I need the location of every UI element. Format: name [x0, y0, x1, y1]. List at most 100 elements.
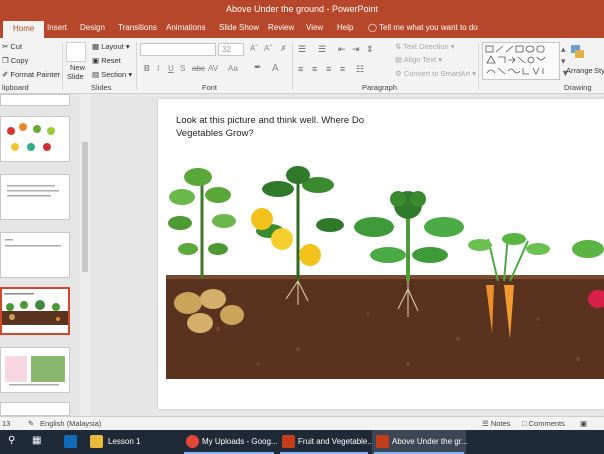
numbering-icon[interactable]: ☰	[318, 44, 326, 55]
language-label[interactable]: English (Malaysia)	[40, 419, 101, 428]
underline-button[interactable]: U	[168, 64, 174, 73]
slide-thumbnail[interactable]	[0, 347, 70, 393]
shrink-font-icon[interactable]: Aˇ	[264, 44, 272, 53]
align-left-icon[interactable]: ≡	[298, 64, 303, 74]
arrange-shapes-icon	[571, 45, 584, 58]
slides-group-label: Slides	[91, 83, 112, 92]
highlight-icon[interactable]: ✒	[254, 62, 262, 73]
slide-canvas: Look at this picture and think well. Whe…	[92, 94, 604, 416]
quick-styles-button[interactable]: Sty	[594, 66, 604, 75]
slide-thumbnails-pane	[0, 94, 92, 416]
slide-thumbnail[interactable]	[0, 232, 70, 278]
current-slide[interactable]: Look at this picture and think well. Whe…	[158, 99, 604, 409]
paintbrush-icon: ✐	[2, 70, 9, 79]
reset-button[interactable]: ▣ Reset	[92, 56, 121, 65]
grow-font-icon[interactable]: Aˆ	[250, 44, 258, 53]
divider	[478, 42, 479, 90]
reset-icon: ▣	[92, 56, 100, 65]
tab-view[interactable]: View	[306, 23, 323, 32]
columns-icon[interactable]: ☷	[356, 64, 364, 75]
shapes-icon	[485, 45, 546, 75]
search-icon[interactable]: ⚲	[4, 430, 22, 454]
chevron-down-icon: ▾	[125, 42, 130, 51]
chevron-down-icon: ▾	[472, 69, 476, 78]
justify-icon[interactable]: ≡	[340, 64, 345, 74]
taskbar-item-powerpoint-fruit[interactable]: Fruit and Vegetable...	[278, 430, 374, 454]
convert-smartart-button[interactable]: ⚙ Convert to SmartArt ▾	[395, 69, 476, 78]
new-slide-label-2[interactable]: Slide	[67, 72, 84, 81]
status-bar: 13 ✎ English (Malaysia) ☰ Notes □ Commen…	[0, 416, 604, 430]
change-case-button[interactable]: Aa	[228, 64, 238, 73]
chevron-up-icon[interactable]: ▴	[561, 44, 566, 55]
italic-button[interactable]: I	[157, 64, 159, 73]
font-color-button[interactable]: A	[272, 63, 279, 74]
task-view-icon[interactable]: ▦	[28, 430, 46, 454]
text-thumbnail-image	[7, 185, 59, 197]
tab-review[interactable]: Review	[268, 23, 294, 32]
new-slide-icon[interactable]	[66, 42, 86, 62]
tab-animations[interactable]: Animations	[166, 23, 206, 32]
taskbar: ⚲ ▦ Lesson 1 My Uploads - Goog... Fruit …	[0, 430, 604, 454]
arrange-button[interactable]: Arrange	[566, 66, 593, 75]
drawing-group-label: Drawing	[564, 83, 592, 92]
layout-button[interactable]: ▦ Layout ▾	[92, 42, 130, 51]
character-spacing-button[interactable]: AV	[208, 64, 218, 73]
section-button[interactable]: ▤ Section ▾	[92, 70, 132, 79]
align-text-button[interactable]: ▤ Align Text ▾	[395, 55, 442, 64]
tab-help[interactable]: Help	[337, 23, 353, 32]
normal-view-icon[interactable]: ▣	[580, 419, 587, 428]
divider	[136, 42, 137, 90]
decrease-indent-icon[interactable]: ⇤	[338, 44, 346, 55]
align-center-icon[interactable]: ≡	[312, 64, 317, 74]
comments-button[interactable]: □ Comments	[522, 419, 565, 428]
notes-button[interactable]: ☰ Notes	[482, 419, 510, 428]
scrollbar-thumb[interactable]	[82, 142, 88, 272]
comments-icon: □	[522, 419, 527, 428]
chevron-down-icon[interactable]: ▾	[561, 56, 566, 67]
taskbar-item-chrome[interactable]: My Uploads - Goog...	[182, 430, 278, 454]
font-group-label: Font	[202, 83, 218, 92]
section-icon: ▤	[92, 70, 100, 79]
spellcheck-icon[interactable]: ✎	[28, 419, 34, 428]
strikethrough-button[interactable]: abc	[192, 64, 205, 73]
thumbnails-scrollbar[interactable]	[80, 94, 90, 416]
text-direction-icon: ⇅	[395, 42, 402, 51]
slide-thumbnail[interactable]	[0, 116, 70, 162]
slide-thumbnail-selected[interactable]	[0, 287, 70, 335]
tab-home[interactable]: Home	[3, 21, 45, 38]
align-right-icon[interactable]: ≡	[326, 64, 331, 74]
format-painter-button[interactable]: ✐ Format Painter	[2, 70, 60, 79]
taskbar-item-powerpoint-active[interactable]: Above Under the gr...	[372, 430, 468, 454]
bold-button[interactable]: B	[144, 64, 150, 73]
clear-format-icon[interactable]: ✗	[280, 44, 287, 53]
align-text-icon: ▤	[395, 55, 403, 64]
arrange-icon[interactable]	[570, 44, 586, 62]
new-slide-label[interactable]: New	[70, 63, 85, 72]
slide-thumbnail[interactable]	[0, 94, 70, 106]
chevron-down-icon: ▾	[128, 70, 133, 79]
tab-insert[interactable]: Insert	[47, 23, 67, 32]
slide-thumbnail[interactable]	[0, 174, 70, 220]
shadow-button[interactable]: S	[180, 64, 185, 73]
tab-slide-show[interactable]: Slide Show	[219, 23, 259, 32]
tell-me-box[interactable]: ◯ Tell me what you want to do	[368, 23, 478, 32]
clipboard-group-label: lipboard	[2, 83, 29, 92]
powerpoint-icon	[376, 435, 389, 448]
cut-button[interactable]: ✂ Cut	[2, 42, 22, 51]
tab-transitions[interactable]: Transitions	[118, 23, 157, 32]
taskbar-item-lesson1[interactable]: Lesson 1	[86, 430, 178, 454]
line-spacing-icon[interactable]: ⇕	[366, 44, 374, 55]
font-size-input[interactable]: 32	[218, 43, 244, 56]
bullets-icon[interactable]: ☰	[298, 44, 306, 55]
slide-thumbnail[interactable]	[0, 402, 70, 416]
font-name-input[interactable]	[140, 43, 216, 56]
text-direction-button[interactable]: ⇅ Text Direction ▾	[395, 42, 455, 51]
copy-button[interactable]: ❐ Copy	[2, 56, 28, 65]
garden-thumbnail-image	[2, 293, 68, 325]
tab-design[interactable]: Design	[80, 23, 105, 32]
window-title: Above Under the ground - PowerPoint	[225, 4, 379, 14]
shapes-gallery[interactable]	[482, 42, 560, 80]
outlook-icon[interactable]	[60, 430, 82, 454]
increase-indent-icon[interactable]: ⇥	[352, 44, 360, 55]
picture-thumbnail-image	[5, 356, 65, 386]
